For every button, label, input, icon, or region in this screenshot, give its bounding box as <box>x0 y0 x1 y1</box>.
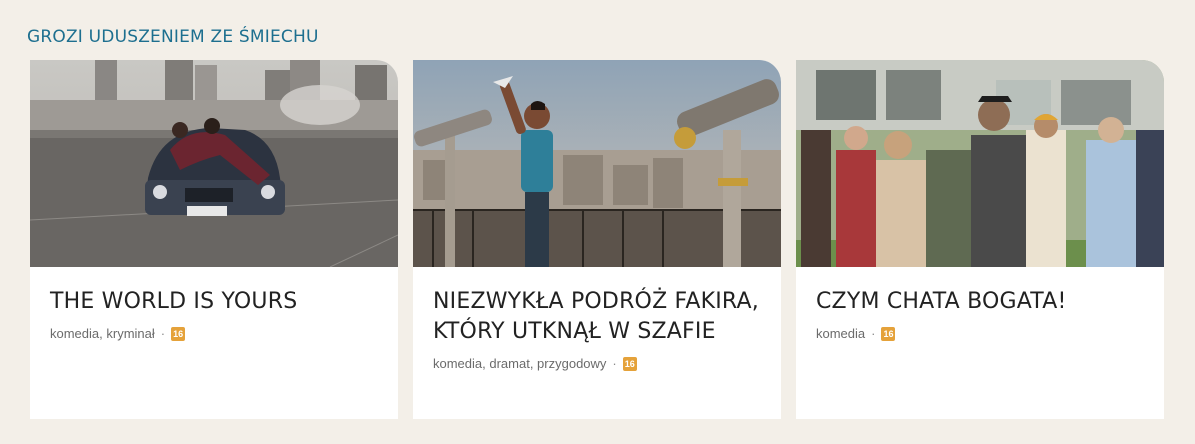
age-rating-badge: 16 <box>171 326 186 341</box>
movie-card-3[interactable]: CZYM CHATA BOGATA! komedia · 16 <box>796 60 1164 419</box>
movie-genres: komedia, kryminał <box>50 326 155 341</box>
paris-telescopes-still-icon <box>413 60 781 267</box>
section-title: GROZI UDUSZENIEM ZE ŚMIECHU <box>27 27 319 47</box>
movie-meta: komedia · 16 <box>816 326 1144 341</box>
movie-genres: komedia, dramat, przygodowy <box>433 356 607 371</box>
movie-title[interactable]: THE WORLD IS YOURS <box>50 287 378 317</box>
movie-poster-image[interactable] <box>796 60 1164 267</box>
movie-poster-image[interactable] <box>30 60 398 267</box>
meta-separator: · <box>871 326 876 341</box>
movie-title[interactable]: NIEZWYKŁA PODRÓŻ FAKIRA, KTÓRY UTKNĄŁ W … <box>433 287 761 347</box>
movie-meta: komedia, dramat, przygodowy · 16 <box>433 356 761 371</box>
movie-card-1[interactable]: THE WORLD IS YOURS komedia, kryminał · 1… <box>30 60 398 419</box>
movie-card-2[interactable]: NIEZWYKŁA PODRÓŻ FAKIRA, KTÓRY UTKNĄŁ W … <box>413 60 781 419</box>
movie-cards: THE WORLD IS YOURS komedia, kryminał · 1… <box>30 60 1164 419</box>
meta-separator: · <box>612 356 617 371</box>
movie-genres: komedia <box>816 326 866 341</box>
movie-poster-image[interactable] <box>413 60 781 267</box>
meta-separator: · <box>160 326 166 341</box>
age-rating-badge: 16 <box>881 326 896 341</box>
car-city-still-icon <box>30 60 398 267</box>
party-dance-still-icon <box>796 60 1164 267</box>
age-rating-badge: 16 <box>622 356 637 371</box>
movie-meta: komedia, kryminał · 16 <box>50 326 378 341</box>
movie-title[interactable]: CZYM CHATA BOGATA! <box>816 287 1144 317</box>
comedy-section: GROZI UDUSZENIEM ZE ŚMIECHU THE WORLD IS… <box>0 0 1195 444</box>
